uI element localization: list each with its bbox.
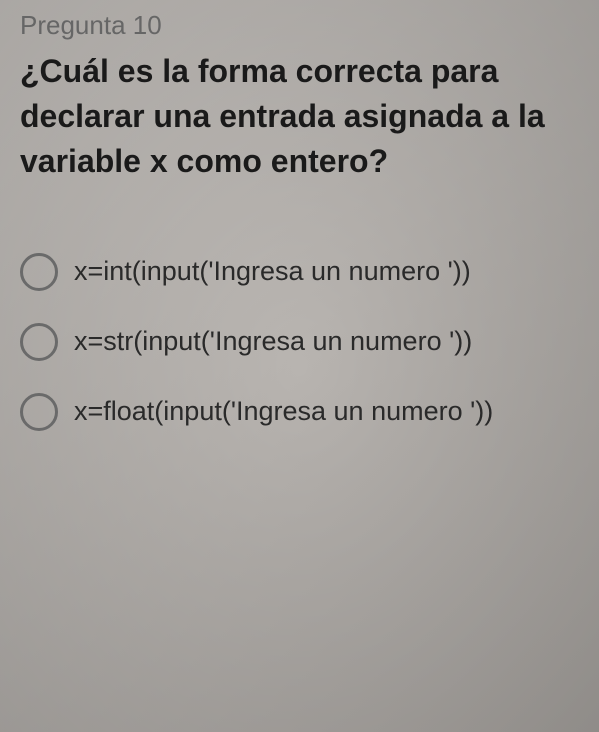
options-group: x=int(input('Ingresa un numero ')) x=str…: [20, 253, 579, 431]
radio-icon[interactable]: [20, 253, 58, 291]
option-3[interactable]: x=float(input('Ingresa un numero ')): [20, 393, 579, 431]
option-3-text: x=float(input('Ingresa un numero ')): [74, 393, 579, 431]
option-1-text: x=int(input('Ingresa un numero ')): [74, 253, 579, 291]
question-text: ¿Cuál es la forma correcta para declarar…: [20, 49, 579, 183]
option-2-text: x=str(input('Ingresa un numero ')): [74, 323, 579, 361]
radio-icon[interactable]: [20, 393, 58, 431]
option-1[interactable]: x=int(input('Ingresa un numero ')): [20, 253, 579, 291]
radio-icon[interactable]: [20, 323, 58, 361]
question-number: Pregunta 10: [20, 10, 579, 41]
option-2[interactable]: x=str(input('Ingresa un numero ')): [20, 323, 579, 361]
